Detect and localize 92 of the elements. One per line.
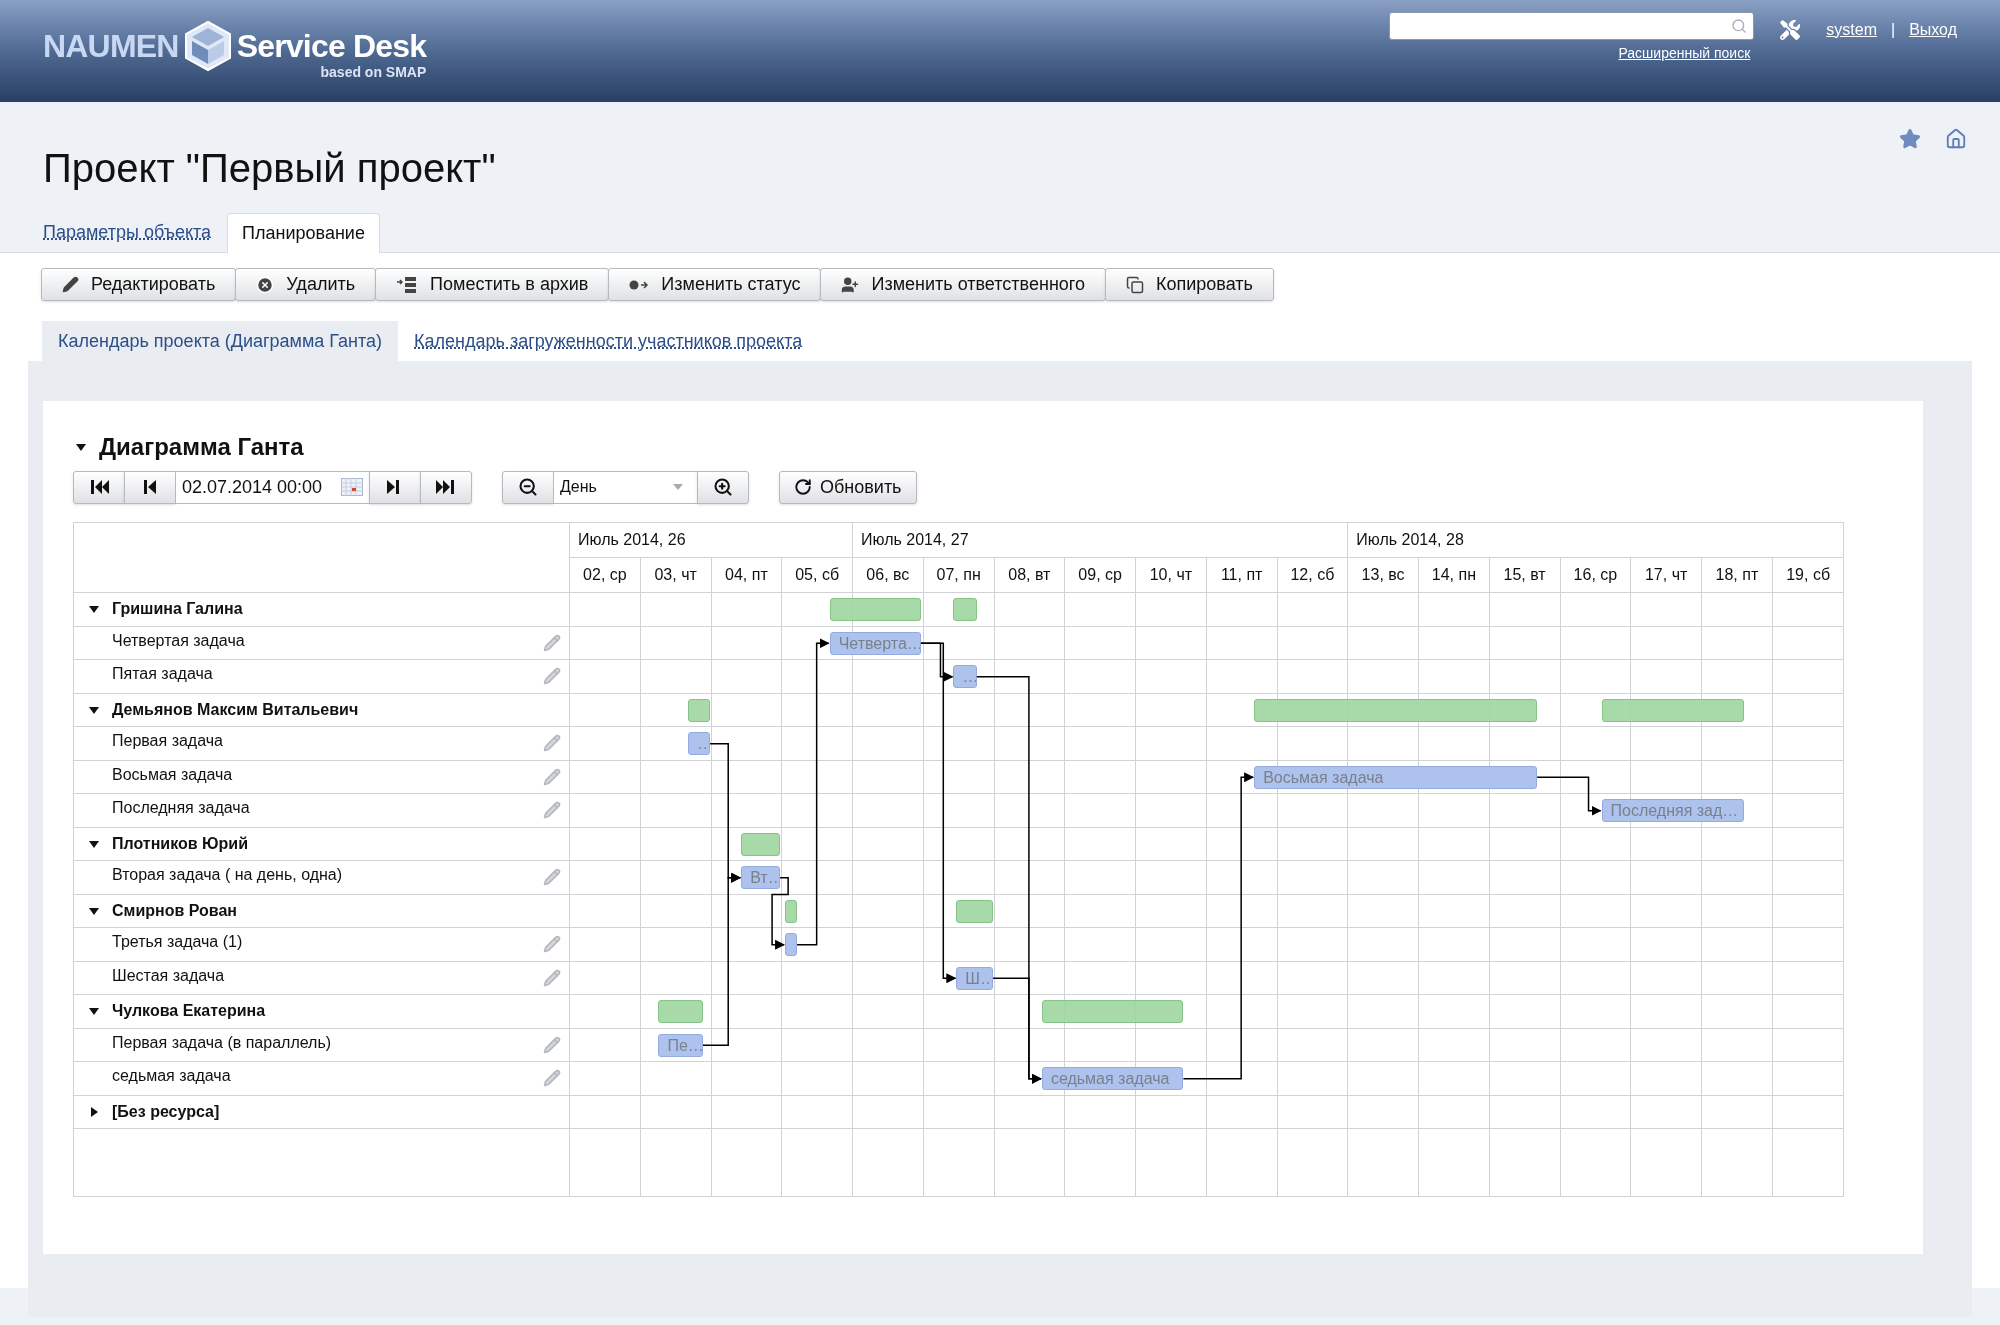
last-button[interactable]: [420, 470, 472, 504]
archive-icon: [396, 275, 419, 294]
day-header: 08, вт: [994, 558, 1066, 592]
day-header: 04, пт: [711, 558, 783, 592]
day-header: 18, пт: [1702, 558, 1773, 592]
date-field[interactable]: 02.07.2014 00:00: [175, 470, 370, 504]
resource-name: Смирнов Рован: [112, 900, 237, 921]
star-icon[interactable]: [1899, 128, 1921, 150]
status-icon: [629, 278, 650, 291]
day-header: 19, сб: [1785, 565, 1832, 585]
workload-bar: [956, 899, 994, 923]
day-header: 15, вт: [1489, 558, 1561, 592]
day-header: 07, пн: [923, 558, 995, 592]
zoom-in-icon: [713, 477, 733, 497]
day-header: 14, пн: [1419, 558, 1490, 592]
copy-icon: [1126, 275, 1144, 294]
cube-logo-icon: [182, 19, 233, 72]
task-name: Пятая задача: [112, 664, 213, 685]
refresh-icon: [794, 478, 812, 496]
delete-icon: [256, 275, 275, 294]
refresh-button[interactable]: Обновить: [779, 470, 917, 504]
tools-icon[interactable]: [1780, 20, 1801, 40]
day-header: 05, сб: [782, 558, 853, 592]
subtab[interactable]: Календарь проекта (Диаграмма Ганта): [42, 321, 399, 361]
workload-bar: [688, 698, 711, 722]
expand-icon[interactable]: [88, 1105, 100, 1118]
skip-last-icon: [435, 477, 457, 497]
day-header: 16, ср: [1560, 558, 1632, 592]
action-button[interactable]: Удалить: [235, 268, 377, 301]
zoom-out-icon: [518, 477, 538, 497]
resource-name: Гришина Галина: [112, 599, 243, 620]
action-button[interactable]: Редактировать: [41, 268, 237, 301]
task-name: Первая задача (в параллель): [112, 1032, 332, 1053]
task-name: Вторая задача ( на день, одна): [112, 865, 343, 886]
day-header: 10, чт: [1136, 558, 1207, 592]
action-button[interactable]: Копировать: [1105, 268, 1274, 301]
workload-bar: [741, 832, 781, 856]
resource-name: Чулкова Екатерина: [112, 1001, 266, 1022]
user-link[interactable]: system: [1826, 18, 1877, 42]
week-header: Июль 2014, 28: [1355, 530, 1465, 550]
collapse-icon[interactable]: [75, 441, 87, 453]
scale-select[interactable]: День: [553, 470, 698, 504]
action-button[interactable]: Поместить в архив: [375, 268, 610, 301]
advanced-search-link[interactable]: Расширенный поиск: [1618, 43, 1751, 64]
gantt-title: Диаграмма Ганта: [99, 432, 304, 462]
action-button[interactable]: Изменить статус: [608, 268, 822, 301]
task-name: Четвертая задача: [112, 630, 245, 651]
caret-icon: [673, 484, 683, 490]
day-header: 09, ср: [1065, 558, 1136, 592]
week-header: Июль 2014, 26: [570, 523, 853, 557]
day-header: 03, чт: [640, 558, 712, 592]
week-header: Июль 2014, 27: [853, 523, 1349, 557]
resource-name: Демьянов Максим Витальевич: [112, 699, 359, 720]
tab[interactable]: Планирование: [227, 213, 380, 253]
workload-bar: [658, 1000, 703, 1023]
task-name: седьмая задача: [112, 1066, 231, 1087]
previous-button[interactable]: [124, 470, 176, 504]
dependency-arrow: [1536, 776, 1602, 816]
task-name: Шестая задача: [112, 965, 225, 986]
search-field[interactable]: [1389, 12, 1755, 40]
first-button[interactable]: [73, 470, 125, 504]
user-plus-icon: [841, 275, 860, 294]
subtab[interactable]: Календарь загруженности участников проекта: [398, 321, 819, 361]
action-button[interactable]: Изменить ответственного: [820, 268, 1106, 301]
zoom-in-button[interactable]: [697, 470, 749, 504]
page-title: Проект "Первый проект": [43, 148, 496, 188]
day-header: 12, сб: [1277, 558, 1349, 592]
zoom-out-button[interactable]: [502, 470, 554, 504]
next-button[interactable]: [369, 470, 421, 504]
pencil-icon: [62, 276, 79, 293]
day-header: 06, вс: [853, 558, 924, 592]
task-name: Восьмая задача: [112, 764, 233, 785]
day-header: 13, вс: [1348, 558, 1419, 592]
search-icon: [1731, 18, 1748, 34]
task-name: Третья задача (1): [112, 932, 243, 953]
resource-name: Плотников Юрий: [112, 833, 248, 854]
skip-first-icon: [88, 477, 110, 497]
logo-brand: NAUMEN: [43, 26, 179, 66]
day-header: 11, пт: [1206, 558, 1278, 592]
separator: |: [1890, 20, 1896, 40]
tab[interactable]: Параметры объекта: [43, 212, 212, 252]
task-name: Последняя задача: [112, 798, 250, 819]
calendar-icon[interactable]: [341, 478, 363, 496]
workload-bar: [785, 899, 798, 923]
workload-bar: [953, 598, 977, 621]
day-header: 02, ср: [570, 558, 641, 592]
logout-link[interactable]: Выход: [1909, 18, 1957, 42]
task-bar[interactable]: [785, 933, 798, 956]
home-icon[interactable]: [1945, 128, 1967, 150]
day-header: 17, чт: [1631, 558, 1702, 592]
resource-name: [Без ресурса]: [112, 1101, 220, 1122]
task-name: Первая задача: [112, 731, 223, 752]
